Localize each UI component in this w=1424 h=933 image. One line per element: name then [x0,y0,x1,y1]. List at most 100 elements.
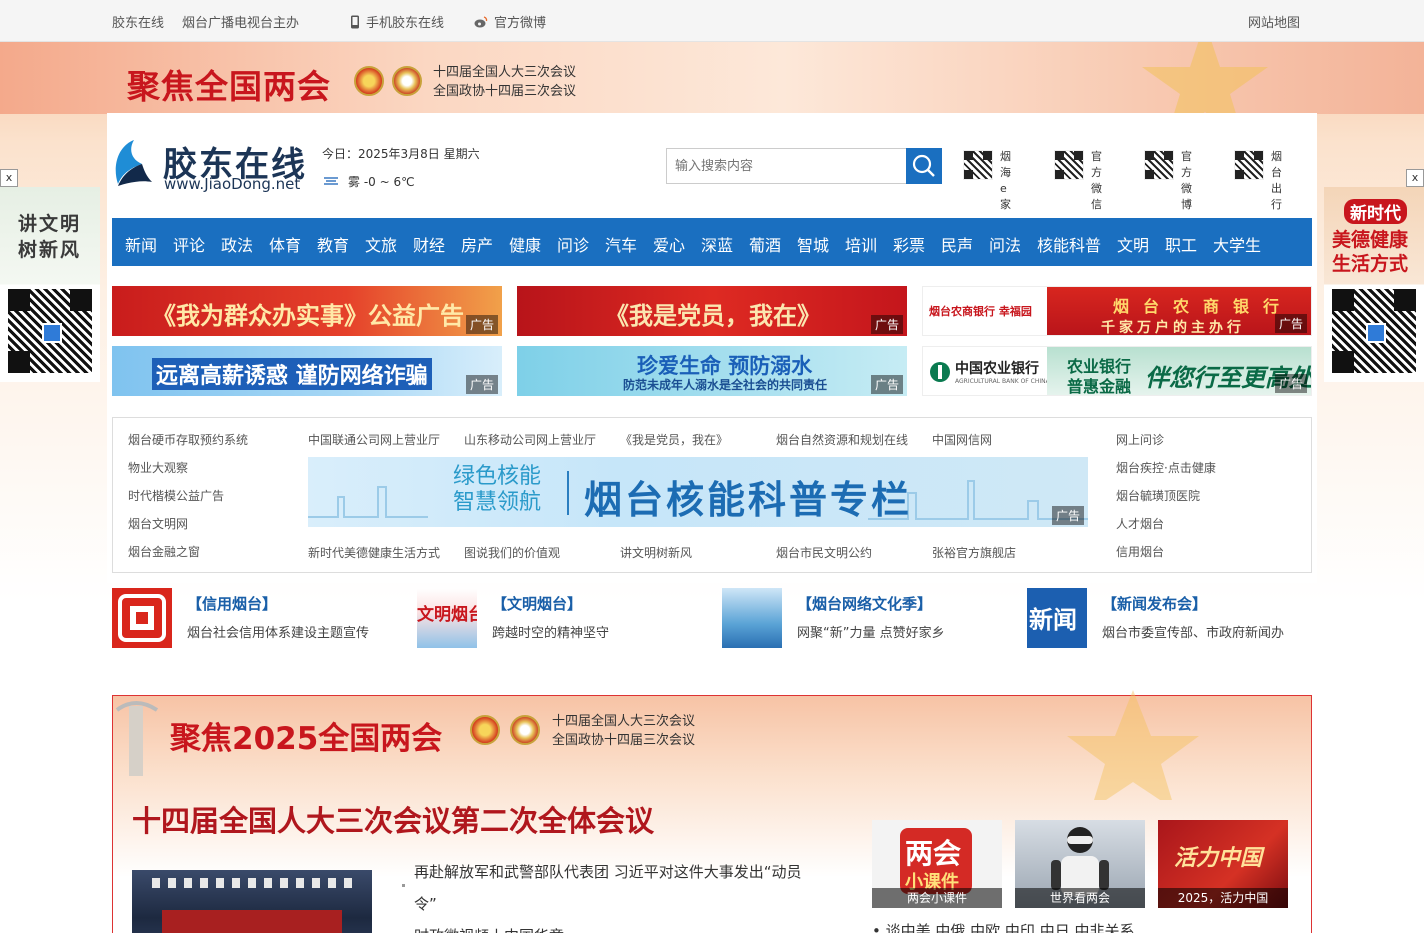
link[interactable]: 烟台文明网 [128,515,188,532]
nuclear-banner-title: 烟台核能科普专栏 [584,478,913,522]
link[interactable]: 新时代美德健康生活方式 [308,544,440,561]
qr-label-travel[interactable]: 烟台出行 [1271,149,1301,213]
ad-drowning-prevention[interactable]: 珍爱生命 预防溺水 防范未成年人溺水是全社会的共同责任 广告 [517,346,907,396]
credit-yantai-thumb[interactable] [112,588,172,648]
nuclear-slogan-2: 智慧领航 [453,490,542,515]
ad-public-service[interactable]: 《我为群众办实事》公益广告 广告 [112,286,502,336]
link[interactable]: 物业大观察 [128,459,188,476]
banner-line-1: 十四届全国人大三次会议 [433,65,577,80]
qr-yanhai-icon[interactable] [963,150,993,180]
link[interactable]: 时代楷模公益广告 [128,487,224,504]
ad-rural-commercial-bank[interactable]: 烟台农商银行 幸福园 烟台农商银行 千家万户的主办行 广告 [922,286,1312,336]
nav-item[interactable]: 葡酒 [749,232,781,256]
network-culture-thumb[interactable] [722,588,782,648]
feature-title[interactable]: 【文明烟台】 [492,593,582,614]
qr-label-wechat[interactable]: 官方微信 [1091,149,1121,213]
link[interactable]: 张裕官方旗舰店 [932,544,1016,561]
link[interactable]: 中国网信网 [932,431,992,448]
link[interactable]: 烟台疾控·点击健康 [1116,459,1216,476]
nav-item[interactable]: 教育 [317,232,349,256]
news-link[interactable]: • 谈中美 中俄 中欧 中印 中日 中非关系 [872,920,1134,933]
mobile-link[interactable]: 手机胶东在线 [350,12,444,31]
today-date: 今日：2025年3月8日 星期六 [322,147,480,161]
nav-item[interactable]: 财经 [413,232,445,256]
nav-item[interactable]: 智城 [797,232,829,256]
feature-desc[interactable]: 烟台市委宣传部、市政府新闻办 [1102,622,1284,641]
feature-desc[interactable]: 网聚“新”力量 点赞好家乡 [797,622,945,641]
feature-title[interactable]: 【烟台网络文化季】 [797,593,932,614]
weather-text: 雾 -0 ~ 6℃ [348,175,415,189]
link[interactable]: 烟台市民文明公约 [776,544,872,561]
nav-item[interactable]: 问诊 [557,232,589,256]
sitemap-link[interactable]: 网站地图 [1248,12,1300,31]
weibo-link[interactable]: 官方微博 [474,12,546,31]
left-float-widget[interactable]: 讲文明 树新风 [0,187,100,382]
press-conference-thumb[interactable]: 新闻 [1027,588,1087,648]
close-left-widget-button[interactable]: x [0,169,18,187]
link[interactable]: 图说我们的价值观 [464,544,560,561]
nav-item[interactable]: 大学生 [1213,232,1261,256]
nav-item[interactable]: 文旅 [365,232,397,256]
nav-item[interactable]: 民声 [941,232,973,256]
thumb-world[interactable]: 世界看两会 [1015,820,1145,908]
ad-party-member[interactable]: 《我是党员，我在》 广告 [517,286,907,336]
nav-item[interactable]: 体育 [269,232,301,256]
site-link[interactable]: 胶东在线 [112,12,164,31]
search-button[interactable] [906,148,942,184]
thumb-lecture[interactable]: 两会 小课件 两会小课件 [872,820,1002,908]
link[interactable]: 讲文明树新风 [620,544,692,561]
ad-agricultural-bank[interactable]: 中国农业银行 AGRICULTURAL BANK OF CHINA 农业银行 普… [922,346,1312,396]
link[interactable]: 烟台自然资源和规划在线 [776,431,908,448]
nav-item[interactable]: 文明 [1117,232,1149,256]
nav-item[interactable]: 核能科普 [1037,232,1101,256]
news-link[interactable]: 再赴解放军和武警部队代表团 习近平对这件大事发出“动员 [414,861,802,882]
feature-title[interactable]: 【新闻发布会】 [1102,593,1207,614]
nav-item[interactable]: 汽车 [605,232,637,256]
link[interactable]: 山东移动公司网上营业厅 [464,431,596,448]
jiaodong-logo-icon[interactable] [112,138,154,190]
link[interactable]: 信用烟台 [1116,543,1164,560]
link[interactable]: 烟台毓璜顶医院 [1116,487,1200,504]
nav-item[interactable]: 政法 [221,232,253,256]
sponsor-link[interactable]: 烟台广播电视台主办 [182,12,299,31]
qr-travel-icon[interactable] [1234,150,1264,180]
nuclear-science-banner[interactable]: 绿色核能 智慧领航 烟台核能科普专栏 广告 [308,457,1088,527]
feature-title[interactable]: 【信用烟台】 [187,593,277,614]
qr-label-weibo[interactable]: 官方微博 [1181,149,1211,213]
nav-item[interactable]: 评论 [173,232,205,256]
qr-code-icon[interactable] [6,287,94,375]
nav-item[interactable]: 爱心 [653,232,685,256]
news-link[interactable]: 时政微视频丨中国华章 [414,925,564,933]
link[interactable]: 烟台金融之窗 [128,543,200,560]
qr-weibo-icon[interactable] [1144,150,1174,180]
nav-item[interactable]: 问法 [989,232,1021,256]
search-input[interactable] [666,148,907,184]
nav-item[interactable]: 彩票 [893,232,925,256]
thumb-vitality[interactable]: 活力中国 2025，活力中国 [1158,820,1288,908]
ad-anti-fraud[interactable]: 远离高薪诱惑 谨防网络诈骗 广告 [112,346,502,396]
feature-desc[interactable]: 跨越时空的精神坚守 [492,622,609,641]
link[interactable]: 中国联通公司网上营业厅 [308,431,440,448]
nav-item[interactable]: 新闻 [125,232,157,256]
thumb-text: 新闻 [1029,606,1077,634]
headline-link[interactable]: 十四届全国人大三次会议第二次全体会议 [132,798,654,840]
news-link-cont[interactable]: 令” [414,893,437,914]
nav-item[interactable]: 深蓝 [701,232,733,256]
qr-wechat-icon[interactable] [1054,150,1084,180]
main-nav: 新闻 评论 政法 体育 教育 文旅 财经 房产 健康 问诊 汽车 爱心 深蓝 葡… [112,218,1312,266]
qr-code-icon[interactable] [1330,287,1418,375]
meeting-photo[interactable] [132,870,372,933]
nav-item[interactable]: 房产 [461,232,493,256]
feature-desc[interactable]: 烟台社会信用体系建设主题宣传 [187,622,369,641]
close-right-widget-button[interactable]: x [1406,169,1424,187]
link[interactable]: 人才烟台 [1116,515,1164,532]
link[interactable]: 网上问诊 [1116,431,1164,448]
link[interactable]: 《我是党员，我在》 [620,431,728,448]
nav-item[interactable]: 培训 [845,232,877,256]
right-float-widget[interactable]: 新时代 美德健康 生活方式 [1324,187,1424,382]
nav-item[interactable]: 职工 [1165,232,1197,256]
nav-item[interactable]: 健康 [509,232,541,256]
qr-label-yanhai[interactable]: 烟海e家 [1000,149,1030,213]
civilized-yantai-thumb[interactable]: 文明烟台 [417,588,477,648]
link[interactable]: 烟台硬币存取预约系统 [128,431,248,448]
